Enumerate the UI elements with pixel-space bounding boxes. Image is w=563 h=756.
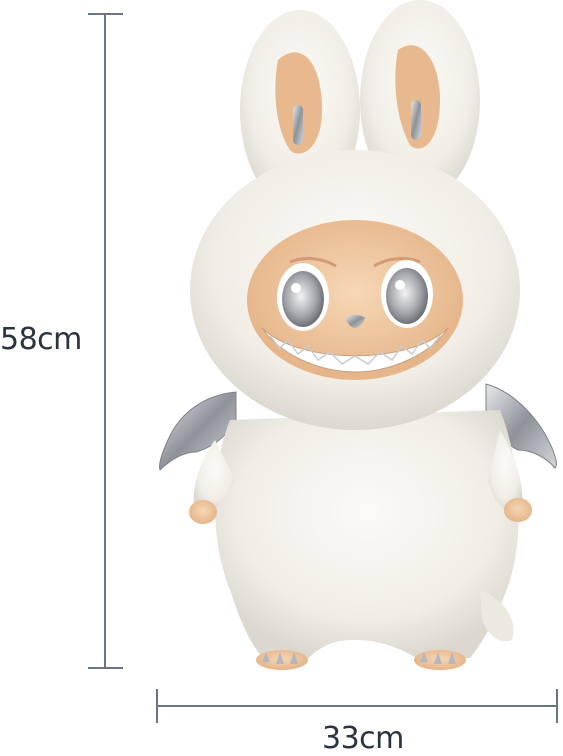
face (247, 220, 463, 380)
feet (256, 650, 466, 670)
body-fur (215, 410, 519, 662)
width-measurement-label: 33cm (322, 721, 404, 756)
product-dimension-figure: 58cm 33cm (0, 0, 563, 756)
plush-toy-figure (159, 0, 557, 670)
height-measurement-label: 58cm (0, 322, 82, 357)
